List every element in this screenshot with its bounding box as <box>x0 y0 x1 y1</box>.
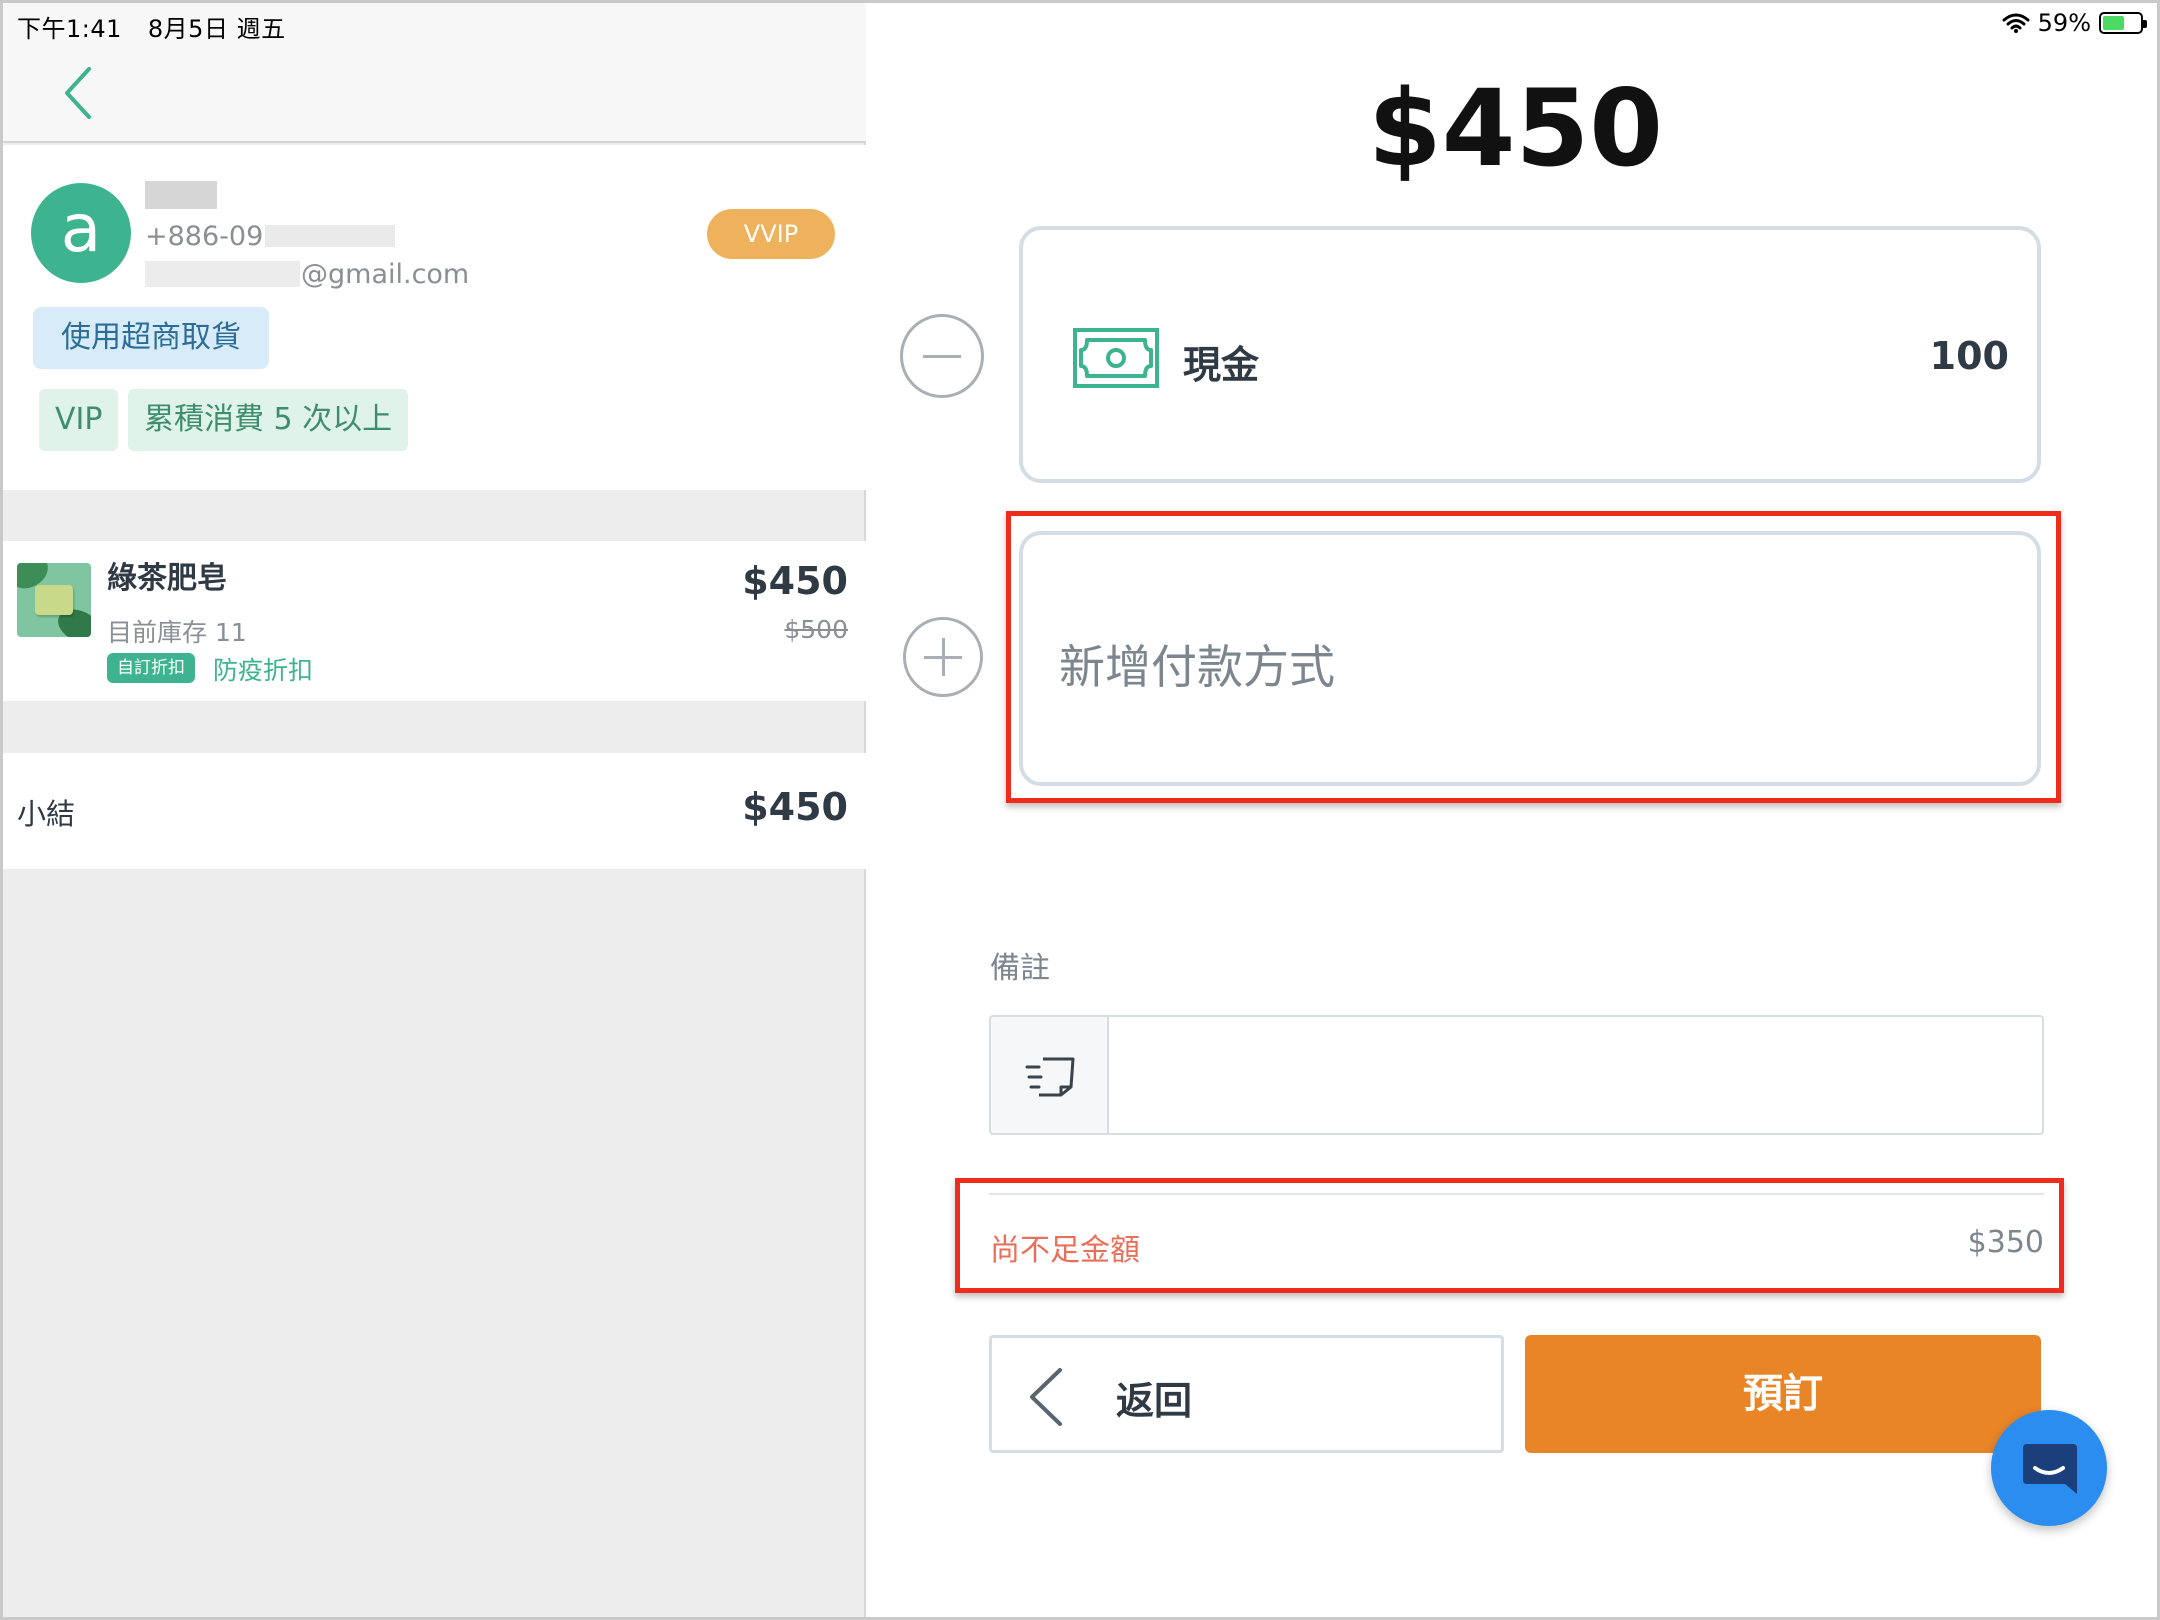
product-stock: 目前庫存 11 <box>107 618 247 647</box>
product-name: 綠茶肥皂 <box>107 561 227 596</box>
cash-icon <box>1073 328 1159 388</box>
customer-avatar: a <box>31 183 131 283</box>
total-amount: $450 <box>1367 67 1664 190</box>
payment-method-label: 現金 <box>1183 343 1260 387</box>
status-bar-right: 59% <box>2002 9 2147 37</box>
payment-method-amount[interactable]: 100 <box>1930 334 2009 378</box>
app-frame: a +886-09 @gmail.com VVIP 使用超商取貨 VIP 累積消… <box>0 0 2160 1620</box>
subtotal-row: 小結 $450 <box>3 753 866 869</box>
pickup-tag: 使用超商取貨 <box>33 307 269 369</box>
chat-button[interactable] <box>1991 1410 2107 1526</box>
add-payment-method-card[interactable]: 新增付款方式 <box>1019 531 2041 786</box>
customer-phone: +886-09 <box>145 221 264 252</box>
remove-payment-button[interactable] <box>900 314 984 398</box>
order-summary-pane: a +886-09 @gmail.com VVIP 使用超商取貨 VIP 累積消… <box>3 3 866 1617</box>
cart-item[interactable]: 綠茶肥皂 目前庫存 11 自訂折扣 防疫折扣 $450 $500 <box>3 541 866 701</box>
shortfall-label: 尚不足金額 <box>990 1233 1140 1268</box>
chevron-left-icon <box>1030 1368 1062 1426</box>
note-label: 備註 <box>990 951 1050 986</box>
chat-icon <box>2023 1444 2077 1494</box>
subtotal-value: $450 <box>742 785 848 829</box>
back-chevron-icon[interactable] <box>59 65 99 121</box>
product-original-price: $500 <box>784 615 848 644</box>
cash-payment-card[interactable]: 現金 100 <box>1019 226 2041 483</box>
add-payment-button[interactable] <box>903 617 983 697</box>
subtotal-label: 小結 <box>17 797 76 831</box>
back-button-label: 返回 <box>1116 1379 1193 1423</box>
battery-percent: 59% <box>2037 9 2091 37</box>
phone-redacted <box>265 225 395 247</box>
product-price: $450 <box>742 559 848 603</box>
reserve-button[interactable]: 預訂 <box>1525 1335 2041 1453</box>
note-icon-box <box>989 1015 1109 1135</box>
battery-icon <box>2099 12 2147 34</box>
note-input[interactable] <box>1109 1015 2044 1135</box>
tag-purchase-count: 累積消費 5 次以上 <box>128 389 409 451</box>
customer-name-redacted <box>145 181 217 209</box>
customer-email: @gmail.com <box>301 259 470 290</box>
status-bar-left: 下午1:41 8月5日 週五 <box>17 9 312 44</box>
discount-badge: 自訂折扣 <box>107 653 195 683</box>
payment-pane: $450 現金 100 新增付款方式 備註 尚不足金額 $350 返回 預訂 <box>868 3 2157 1617</box>
add-payment-method-label: 新增付款方式 <box>1059 640 1335 694</box>
email-redacted <box>145 261 300 287</box>
product-thumbnail <box>17 563 91 637</box>
customer-card[interactable]: a +886-09 @gmail.com VVIP 使用超商取貨 VIP 累積消… <box>3 145 866 490</box>
status-date: 8月5日 週五 <box>147 15 286 43</box>
wifi-icon <box>2002 13 2030 33</box>
discount-name: 防疫折扣 <box>213 656 314 685</box>
tag-vip: VIP <box>39 389 119 451</box>
note-icon <box>1025 1057 1075 1097</box>
divider <box>989 1193 2044 1195</box>
status-time: 下午1:41 <box>17 15 122 43</box>
shortfall-value: $350 <box>1967 1225 2044 1260</box>
vvip-badge: VVIP <box>707 209 835 259</box>
back-button[interactable]: 返回 <box>989 1335 1504 1453</box>
